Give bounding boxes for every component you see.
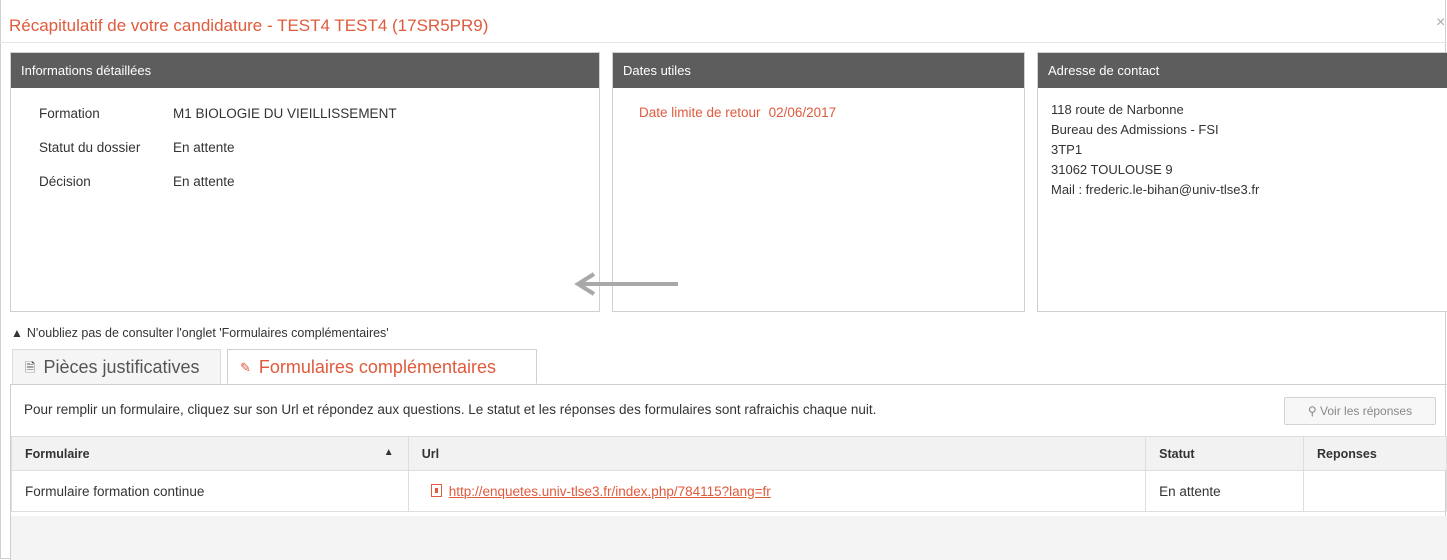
search-icon: ⚲ <box>1307 404 1317 418</box>
decision-value: En attente <box>173 174 235 189</box>
address-line: Bureau des Admissions - FSI <box>1051 122 1219 137</box>
contact-panel-header: Adresse de contact <box>1038 53 1447 88</box>
deadline-value: 02/06/2017 <box>768 105 837 120</box>
pdf-icon <box>430 483 442 497</box>
form-url-cell: http://enquetes.univ-tlse3.fr/index.php/… <box>407 470 1147 512</box>
status-value: En attente <box>173 140 235 155</box>
contact-panel: Adresse de contact 118 route de Narbonne… <box>1037 52 1447 312</box>
document-icon: 🗎 <box>25 360 36 375</box>
deadline-row: Date limite de retour 02/06/2017 <box>639 105 836 120</box>
warning-text: N'oubliez pas de consulter l'onglet 'For… <box>26 326 389 340</box>
arrow-left-icon <box>574 272 678 296</box>
address-line: 3TP1 <box>1051 142 1083 157</box>
column-header-url[interactable]: Url <box>407 436 1147 471</box>
warning-icon: ▲ <box>11 326 23 340</box>
table-empty-area <box>11 516 1447 560</box>
close-icon[interactable]: × <box>1436 14 1445 32</box>
form-responses-cell <box>1303 470 1447 512</box>
formation-row: Formation M1 BIOLOGIE DU VIEILLISSEMENT <box>39 106 397 121</box>
form-name-cell: Formulaire formation continue <box>11 470 409 512</box>
table-row: Formulaire formation continue http://enq… <box>11 470 1447 512</box>
details-panel: Informations détaillées Formation M1 BIOL… <box>10 52 600 312</box>
column-header-reponses[interactable]: Reponses <box>1303 436 1447 471</box>
view-responses-label: Voir les réponses <box>1320 404 1413 418</box>
edit-icon: ✎ <box>240 360 251 375</box>
form-url-link[interactable]: http://enquetes.univ-tlse3.fr/index.php/… <box>449 484 771 499</box>
tab-formulaires-complementaires[interactable]: ✎ Formulaires complémentaires <box>227 349 537 384</box>
decision-row: Décision En attente <box>39 174 235 189</box>
column-header-statut[interactable]: Statut <box>1145 436 1305 471</box>
modal-title: Récapitulatif de votre candidature - TES… <box>9 16 489 35</box>
status-label: Statut du dossier <box>39 140 141 155</box>
table-header-row: Formulaire ▲ Url Statut Reponses <box>11 436 1447 471</box>
dates-panel-header: Dates utiles <box>613 53 1024 88</box>
sort-up-icon[interactable]: ▲ <box>384 447 394 458</box>
address-line: 31062 TOULOUSE 9 <box>1051 162 1173 177</box>
deadline-label: Date limite de retour <box>639 105 761 120</box>
details-panel-header: Informations détaillées <box>11 53 599 88</box>
title-divider <box>0 42 1447 43</box>
forms-table: Formulaire ▲ Url Statut Reponses Formulai… <box>11 436 1447 512</box>
contact-mail: Mail : frederic.le-bihan@univ-tlse3.fr <box>1051 182 1260 197</box>
tab-label: Pièces justificatives <box>43 357 200 377</box>
forms-instructions: Pour remplir un formulaire, cliquez sur … <box>24 402 877 417</box>
formation-value: M1 BIOLOGIE DU VIEILLISSEMENT <box>173 106 397 121</box>
status-row: Statut du dossier En attente <box>39 140 235 155</box>
view-responses-button[interactable]: ⚲ Voir les réponses <box>1284 397 1436 425</box>
address-line: 118 route de Narbonne <box>1051 102 1184 117</box>
contact-address: 118 route de Narbonne Bureau des Admissi… <box>1051 100 1259 200</box>
tab-pieces-justificatives[interactable]: 🗎 Pièces justificatives <box>12 349 221 384</box>
column-header-formulaire[interactable]: Formulaire ▲ <box>11 436 409 471</box>
decision-label: Décision <box>39 174 91 189</box>
formation-label: Formation <box>39 106 100 121</box>
form-status-cell: En attente <box>1145 470 1305 512</box>
tab-label: Formulaires complémentaires <box>258 357 496 377</box>
warning-message: ▲ N'oubliez pas de consulter l'onglet 'Fo… <box>11 326 389 340</box>
